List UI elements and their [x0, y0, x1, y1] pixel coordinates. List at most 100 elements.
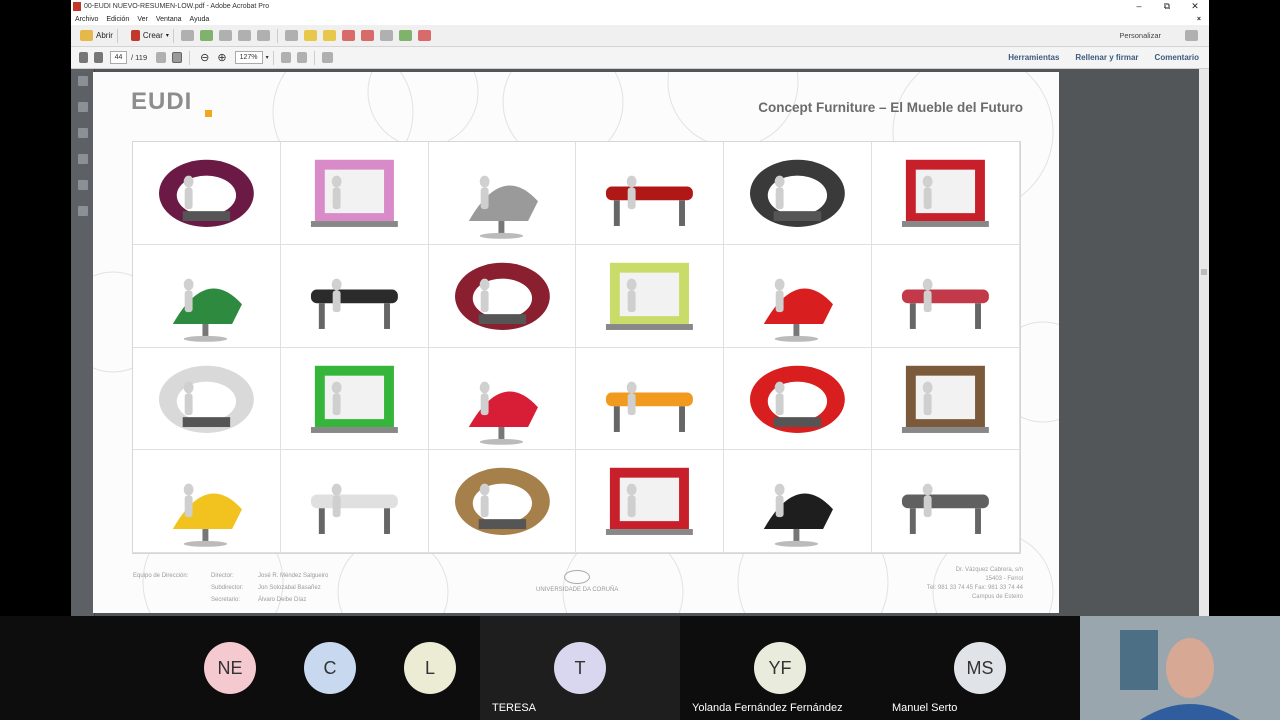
save-icon[interactable]	[180, 30, 194, 41]
sign-icon[interactable]	[360, 30, 374, 41]
chevron-down-icon: ▾	[165, 33, 169, 39]
highlight-icon[interactable]	[322, 30, 336, 41]
menu-edicion[interactable]: Edición	[106, 16, 129, 23]
participant-tile[interactable]: YF Yolanda Fernández Fernández	[680, 616, 880, 720]
close-document-icon[interactable]: ×	[1197, 16, 1201, 23]
menu-ventana[interactable]: Ventana	[156, 16, 182, 23]
maximize-button[interactable]: ⧉	[1153, 0, 1181, 13]
footer-name: Álvaro Deibe Díaz	[258, 597, 307, 603]
hand-tool-icon[interactable]	[172, 52, 183, 63]
prev-page-icon[interactable]	[79, 52, 88, 63]
upload-cloud-icon[interactable]	[199, 30, 213, 41]
fit-page-icon[interactable]	[280, 52, 291, 63]
signature-icon[interactable]	[78, 128, 88, 138]
tools-link[interactable]: Herramientas	[1008, 53, 1059, 62]
participant-avatar: T	[554, 642, 606, 694]
layers-icon[interactable]	[78, 154, 88, 164]
page-number-input[interactable]: 44	[110, 51, 127, 64]
zoom-dropdown-icon[interactable]: ▾	[266, 54, 269, 61]
close-button[interactable]: ✕	[1181, 0, 1209, 13]
pdf-page: EUDI Concept Furniture – El Mueble del F…	[93, 72, 1059, 613]
zoom-in-icon[interactable]: ⊕	[217, 51, 226, 64]
zoom-input[interactable]: 127%	[234, 51, 263, 64]
furniture-image	[133, 142, 281, 245]
fill-sign-link[interactable]: Rellenar y firmar	[1075, 53, 1138, 62]
furniture-render-icon	[454, 262, 550, 330]
minimize-button[interactable]: –	[1125, 0, 1153, 13]
folder-icon	[80, 30, 93, 41]
address-line: 15403 - Ferrol	[985, 576, 1023, 582]
scrollbar-thumb[interactable]	[1201, 269, 1207, 275]
toolbar-divider	[172, 28, 174, 43]
furniture-render-icon	[310, 365, 398, 433]
document-title: Concept Furniture – El Mueble del Futuro	[758, 100, 1023, 115]
content-icon[interactable]	[78, 206, 88, 216]
furniture-image	[724, 244, 873, 348]
eudi-logo-dot	[205, 110, 212, 117]
footer-name: Jon Solozabal Basañez	[258, 585, 321, 591]
furniture-image	[280, 347, 429, 451]
furniture-grid	[132, 141, 1021, 554]
screen: 00-EUDI NUEVO-RESUMEN-LOW.pdf - Adobe Ac…	[0, 0, 1280, 720]
furniture-image	[280, 450, 429, 553]
fit-width-icon[interactable]	[296, 52, 307, 63]
furniture-render-icon	[764, 278, 834, 342]
address-line: Campus de Esteiro	[971, 594, 1023, 600]
mail-icon[interactable]	[256, 30, 270, 41]
address-line: Dr. Vázquez Cabrera, s/n	[955, 567, 1023, 573]
furniture-render-icon	[606, 175, 694, 226]
toolbar-divider	[116, 28, 118, 43]
webcam-feed-image	[1080, 616, 1280, 720]
furniture-render-icon	[750, 159, 846, 227]
vertical-scrollbar[interactable]	[1199, 69, 1209, 616]
furniture-render-icon	[606, 381, 694, 432]
create-button[interactable]: Crear ▾	[128, 30, 169, 41]
furniture-image	[872, 142, 1020, 245]
furniture-image	[280, 244, 429, 348]
toolbar-divider	[313, 50, 315, 65]
zoom-out-icon[interactable]: ⊖	[200, 51, 209, 64]
bookmark-icon[interactable]	[78, 102, 88, 112]
furniture-render-icon	[764, 483, 834, 548]
furniture-render-icon	[468, 381, 538, 445]
menu-archivo[interactable]: Archivo	[75, 16, 98, 23]
furniture-render-icon	[468, 175, 538, 239]
edit-icon[interactable]	[237, 30, 251, 41]
export-icon[interactable]	[398, 30, 412, 41]
furniture-image	[133, 450, 281, 553]
toolbar-divider	[276, 28, 278, 43]
share-icon[interactable]	[379, 30, 393, 41]
furniture-image	[724, 142, 873, 245]
snapshot-icon[interactable]	[321, 52, 333, 63]
expand-icon[interactable]	[1185, 30, 1198, 41]
select-cursor-icon[interactable]	[156, 52, 167, 63]
settings-icon[interactable]	[284, 30, 298, 41]
meeting-participants-bar: NE C L T TERESA YF Yolanda Fernández Fer…	[0, 616, 1280, 720]
review-icon[interactable]	[417, 30, 431, 41]
print-icon[interactable]	[218, 30, 232, 41]
open-button[interactable]: Abrir	[77, 30, 113, 41]
next-page-icon[interactable]	[94, 52, 103, 63]
furniture-image	[428, 244, 577, 348]
comment-link[interactable]: Comentario	[1155, 53, 1199, 62]
window-title: 00-EUDI NUEVO-RESUMEN-LOW.pdf - Adobe Ac…	[84, 3, 270, 10]
toolbar-divider	[272, 50, 274, 65]
furniture-image	[576, 142, 725, 245]
page-thumbnails-icon[interactable]	[78, 76, 88, 86]
participant-video[interactable]	[1080, 616, 1280, 720]
participant-tile[interactable]: T TERESA	[480, 616, 680, 720]
navigation-pane	[71, 69, 95, 616]
furniture-image	[428, 142, 577, 245]
attachment-icon[interactable]	[78, 180, 88, 190]
comment-icon[interactable]	[303, 30, 317, 41]
furniture-render-icon	[172, 278, 242, 342]
furniture-render-icon	[310, 159, 398, 227]
menu-ayuda[interactable]: Ayuda	[190, 16, 210, 23]
menu-ver[interactable]: Ver	[137, 16, 148, 23]
footer-role: Secretario:	[211, 597, 241, 603]
participant-avatar: YF	[754, 642, 806, 694]
customize-menu[interactable]: Personalizar	[1119, 31, 1161, 40]
stamp-icon[interactable]	[341, 30, 355, 41]
participant-tile[interactable]: MS Manuel Serto	[880, 616, 1080, 720]
open-label: Abrir	[96, 31, 113, 40]
